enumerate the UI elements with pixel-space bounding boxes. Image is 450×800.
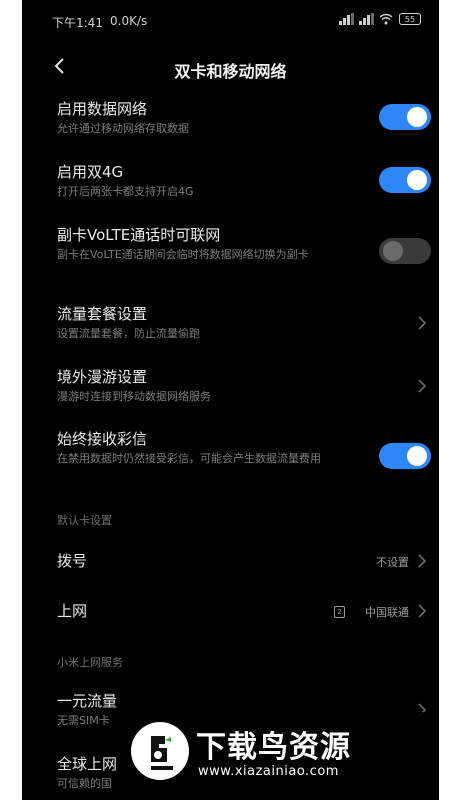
section-label-mi-service: 小米上网服务: [57, 656, 123, 669]
status-net-speed: 0.0K/s: [110, 14, 148, 28]
watermark-overlay: 下载鸟资源 www.xiazainiao.com: [118, 712, 430, 800]
dial-value: 不设置: [376, 556, 409, 569]
setting-title: 流量套餐设置: [57, 305, 148, 323]
status-time: 下午1:41: [52, 16, 103, 30]
always-mms-toggle[interactable]: [379, 443, 431, 469]
signal-icon: [339, 13, 354, 25]
chevron-right-icon: [418, 379, 427, 393]
internet-value: 中国联通: [365, 606, 409, 619]
volte-data-toggle[interactable]: [379, 238, 431, 264]
sim-card-icon: 2: [334, 606, 345, 618]
title-bar: 双卡和移动网络: [22, 46, 439, 90]
chevron-right-icon: [418, 554, 427, 568]
toggle-knob: [407, 446, 427, 466]
setting-title: 一元流量: [57, 692, 118, 710]
setting-internet[interactable]: 上网 2 中国联通: [57, 602, 439, 622]
setting-subtitle: 打开后两张卡都支持开启4G: [57, 185, 194, 198]
setting-roaming[interactable]: 境外漫游设置 漫游时连接到移动数据网络服务: [57, 368, 439, 404]
setting-volte-data[interactable]: 副卡VoLTE通话时可联网 副卡在VoLTE通话期间会临时将数据网络切换为副卡: [57, 226, 439, 264]
setting-title: 始终接收彩信: [57, 430, 148, 448]
battery-icon: 55: [399, 13, 421, 25]
watermark-text: 下载鸟资源: [196, 730, 351, 765]
status-icons: 55: [339, 13, 421, 25]
enable-data-toggle[interactable]: [379, 104, 431, 130]
setting-subtitle: 设置流量套餐，防止流量偷跑: [57, 327, 200, 340]
watermark-url: www.xiazainiao.com: [198, 764, 339, 779]
setting-always-mms[interactable]: 始终接收彩信 在禁用数据时仍然接受彩信，可能会产生数据流量费用: [57, 430, 439, 469]
wifi-icon: [379, 13, 393, 25]
watermark-logo-icon: [131, 722, 189, 780]
dual-4g-toggle[interactable]: [379, 167, 431, 193]
setting-dial[interactable]: 拨号 不设置: [57, 552, 439, 572]
chevron-right-icon: [418, 604, 427, 618]
setting-enable-data[interactable]: 启用数据网络 允许通过移动网络存取数据: [57, 100, 439, 136]
setting-subtitle: 副卡在VoLTE通话期间会临时将数据网络切换为副卡: [57, 248, 309, 261]
page-title: 双卡和移动网络: [174, 62, 287, 81]
toggle-knob: [407, 107, 427, 127]
signal-icon: [359, 13, 374, 25]
setting-subtitle: 允许通过移动网络存取数据: [57, 122, 189, 135]
phone-screen: 下午1:41 0.0K/s 55 双卡和移动网络 启用数据网络 允许通过移动网络…: [22, 0, 439, 800]
section-label-default-card: 默认卡设置: [57, 514, 112, 527]
setting-subtitle: 漫游时连接到移动数据网络服务: [57, 390, 211, 403]
setting-dual-4g[interactable]: 启用双4G 打开后两张卡都支持开启4G: [57, 163, 439, 199]
status-bar: 下午1:41 0.0K/s 55: [22, 0, 439, 44]
setting-subtitle: 在禁用数据时仍然接受彩信，可能会产生数据流量费用: [57, 452, 321, 465]
setting-data-plan[interactable]: 流量套餐设置 设置流量套餐，防止流量偷跑: [57, 305, 439, 341]
bird-icon: [151, 736, 173, 770]
setting-title: 境外漫游设置: [57, 368, 148, 386]
toggle-knob: [383, 241, 403, 261]
chevron-right-icon: [418, 316, 427, 330]
toggle-knob: [407, 170, 427, 190]
